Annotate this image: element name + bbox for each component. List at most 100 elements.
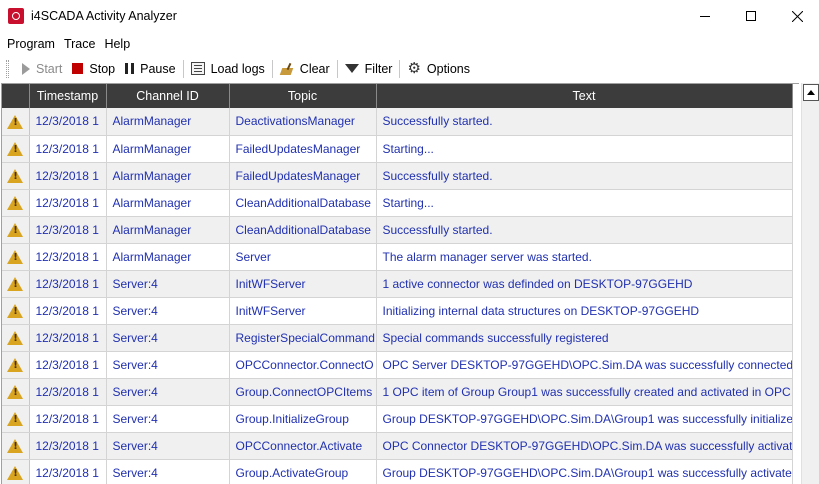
menu-program[interactable]: Program xyxy=(7,37,55,51)
maximize-button[interactable] xyxy=(728,0,774,32)
topic-cell: InitWFServer xyxy=(229,270,377,298)
warning-icon xyxy=(7,222,24,237)
timestamp-cell: 12/3/2018 1 xyxy=(29,405,107,433)
table-row[interactable]: 12/3/2018 1AlarmManagerCleanAdditionalDa… xyxy=(2,189,793,217)
vertical-scrollbar[interactable] xyxy=(801,83,819,484)
channel-id-cell: AlarmManager xyxy=(106,135,230,163)
topic-cell: RegisterSpecialCommand xyxy=(229,324,377,352)
stop-icon xyxy=(72,63,84,74)
channel-id-cell: Server:4 xyxy=(106,324,230,352)
warning-icon xyxy=(7,438,24,453)
stop-button[interactable]: Stop xyxy=(67,58,120,80)
timestamp-cell: 12/3/2018 1 xyxy=(29,297,107,325)
load-logs-button[interactable]: Load logs xyxy=(186,58,270,80)
topic-cell: Group.ActivateGroup xyxy=(229,459,377,484)
topic-cell: Group.ConnectOPCItems xyxy=(229,378,377,406)
toolbar-grip[interactable] xyxy=(6,59,9,78)
text-cell: Successfully started. xyxy=(376,108,793,136)
table-row[interactable]: 12/3/2018 1Server:4Group.InitializeGroup… xyxy=(2,405,793,433)
table-row[interactable]: 12/3/2018 1Server:4Group.ActivateGroupGr… xyxy=(2,459,793,484)
options-button[interactable]: ⚙ Options xyxy=(402,58,475,80)
start-label: Start xyxy=(36,61,63,76)
scroll-up-button[interactable] xyxy=(803,84,819,101)
topic-cell: OPCConnector.Activate xyxy=(229,432,377,460)
channel-id-cell: AlarmManager xyxy=(106,216,230,244)
column-header-channel-id[interactable]: Channel ID xyxy=(106,84,230,108)
table-row[interactable]: 12/3/2018 1Server:4Group.ConnectOPCItems… xyxy=(2,378,793,406)
channel-id-cell: AlarmManager xyxy=(106,162,230,190)
row-icon-cell xyxy=(2,189,30,217)
text-cell: The alarm manager server was started. xyxy=(376,243,793,271)
row-icon-cell xyxy=(2,378,30,406)
row-icon-cell xyxy=(2,243,30,271)
column-header-text[interactable]: Text xyxy=(376,84,793,108)
timestamp-cell: 12/3/2018 1 xyxy=(29,270,107,298)
activity-grid[interactable]: Timestamp Channel ID Topic Text 12/3/201… xyxy=(1,83,799,484)
filter-button[interactable]: Filter xyxy=(340,58,398,80)
warning-icon xyxy=(7,141,24,156)
table-row[interactable]: 12/3/2018 1AlarmManagerFailedUpdatesMana… xyxy=(2,135,793,163)
text-cell: OPC Server DESKTOP-97GGEHD\OPC.Sim.DA wa… xyxy=(376,351,793,379)
pause-button[interactable]: Pause xyxy=(120,58,180,80)
header-row: Timestamp Channel ID Topic Text xyxy=(2,84,793,108)
broom-icon xyxy=(280,63,294,75)
text-cell: Initializing internal data structures on… xyxy=(376,297,793,325)
table-row[interactable]: 12/3/2018 1Server:4InitWFServerInitializ… xyxy=(2,297,793,325)
pause-label: Pause xyxy=(140,61,176,76)
table-row[interactable]: 12/3/2018 1AlarmManagerServerThe alarm m… xyxy=(2,243,793,271)
topic-cell: OPCConnector.ConnectO xyxy=(229,351,377,379)
toolbar-separator xyxy=(336,59,338,78)
timestamp-cell: 12/3/2018 1 xyxy=(29,189,107,217)
column-header-icon[interactable] xyxy=(2,84,30,108)
gear-icon: ⚙ xyxy=(407,59,421,77)
table-row[interactable]: 12/3/2018 1AlarmManagerFailedUpdatesMana… xyxy=(2,162,793,190)
channel-id-cell: AlarmManager xyxy=(106,108,230,136)
table-row[interactable]: 12/3/2018 1Server:4OPCConnector.Activate… xyxy=(2,432,793,460)
maximize-icon xyxy=(746,11,756,21)
table-row[interactable]: 12/3/2018 1AlarmManagerCleanAdditionalDa… xyxy=(2,216,793,244)
activity-table: Timestamp Channel ID Topic Text 12/3/201… xyxy=(2,84,793,484)
row-icon-cell xyxy=(2,135,30,163)
pause-icon xyxy=(125,63,135,74)
column-header-topic[interactable]: Topic xyxy=(229,84,377,108)
close-icon xyxy=(791,10,803,22)
minimize-button[interactable] xyxy=(682,0,728,32)
warning-icon xyxy=(7,465,24,480)
table-row[interactable]: 12/3/2018 1Server:4RegisterSpecialComman… xyxy=(2,324,793,352)
row-icon-cell xyxy=(2,297,30,325)
channel-id-cell: AlarmManager xyxy=(106,189,230,217)
text-cell: Special commands successfully registered xyxy=(376,324,793,352)
topic-cell: FailedUpdatesManager xyxy=(229,135,377,163)
grid-body: 12/3/2018 1AlarmManagerDeactivationsMana… xyxy=(2,108,793,484)
table-row[interactable]: 12/3/2018 1AlarmManagerDeactivationsMana… xyxy=(2,108,793,136)
row-icon-cell xyxy=(2,405,30,433)
timestamp-cell: 12/3/2018 1 xyxy=(29,216,107,244)
table-row[interactable]: 12/3/2018 1Server:4InitWFServer1 active … xyxy=(2,270,793,298)
column-header-timestamp[interactable]: Timestamp xyxy=(29,84,107,108)
load-logs-label: Load logs xyxy=(210,61,265,76)
log-file-icon xyxy=(190,62,205,75)
menu-trace[interactable]: Trace xyxy=(64,37,96,51)
row-icon-cell xyxy=(2,108,30,136)
warning-icon xyxy=(7,276,24,291)
channel-id-cell: Server:4 xyxy=(106,405,230,433)
menu-bar: Program Trace Help xyxy=(0,33,819,55)
start-button[interactable]: Start xyxy=(17,58,67,80)
clear-button[interactable]: Clear xyxy=(275,58,335,80)
warning-icon xyxy=(7,411,24,426)
timestamp-cell: 12/3/2018 1 xyxy=(29,162,107,190)
timestamp-cell: 12/3/2018 1 xyxy=(29,459,107,484)
stop-label: Stop xyxy=(89,61,116,76)
close-button[interactable] xyxy=(774,0,819,32)
topic-cell: CleanAdditionalDatabase xyxy=(229,216,377,244)
timestamp-cell: 12/3/2018 1 xyxy=(29,351,107,379)
text-cell: Group DESKTOP-97GGEHD\OPC.Sim.DA\Group1 … xyxy=(376,405,793,433)
table-row[interactable]: 12/3/2018 1Server:4OPCConnector.ConnectO… xyxy=(2,351,793,379)
row-icon-cell xyxy=(2,270,30,298)
timestamp-cell: 12/3/2018 1 xyxy=(29,324,107,352)
row-icon-cell xyxy=(2,324,30,352)
row-icon-cell xyxy=(2,216,30,244)
warning-icon xyxy=(7,330,24,345)
menu-help[interactable]: Help xyxy=(104,37,130,51)
filter-icon xyxy=(344,64,359,73)
